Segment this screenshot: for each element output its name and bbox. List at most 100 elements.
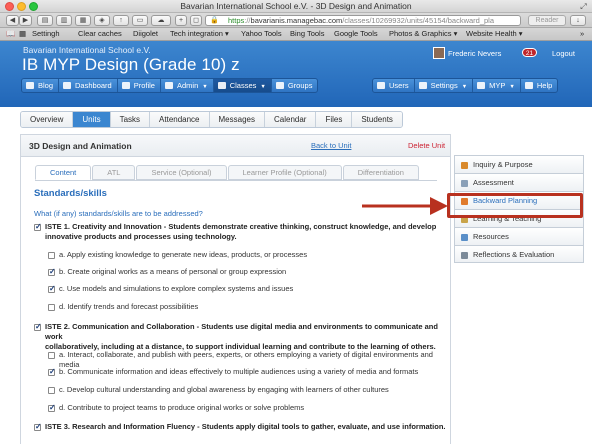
- user-name[interactable]: Frederic Nevers: [448, 49, 501, 58]
- new-tab-icon[interactable]: +: [175, 15, 187, 26]
- bookmark-tech-integration[interactable]: Tech integration ▾: [170, 28, 229, 40]
- tab-units[interactable]: Units: [73, 112, 111, 127]
- bookmark-photos-graphics[interactable]: Photos & Graphics ▾: [389, 28, 457, 40]
- bookmarks-book-icon[interactable]: 📖: [6, 28, 15, 40]
- checkbox-iste-1d[interactable]: [48, 304, 55, 311]
- inquiry-icon: [461, 162, 468, 169]
- nav-settings[interactable]: Settings ▼: [415, 79, 474, 92]
- tabs-icon[interactable]: ▭: [132, 15, 148, 26]
- standard-iste-1: ISTE 1. Creativity and Innovation - Stud…: [45, 222, 437, 241]
- browser-window: Bavarian International School e.V. - 3D …: [0, 0, 592, 444]
- fullscreen-icon[interactable]: ⤢: [579, 2, 588, 11]
- downloads-icon[interactable]: ↓: [570, 15, 586, 26]
- avatar[interactable]: [433, 47, 445, 59]
- standard-iste-2d: d. Contribute to project teams to produc…: [59, 403, 305, 412]
- bookmark-yahoo-tools[interactable]: Yahoo Tools: [241, 28, 282, 40]
- standard-iste-2b: b. Communicate information and ideas eff…: [59, 367, 419, 376]
- right-nav: Users Settings ▼ MYP ▼ Help: [372, 78, 559, 93]
- standard-iste-2: ISTE 2. Communication and Collaboration …: [45, 322, 438, 351]
- resources-icon: [461, 234, 468, 241]
- section-question: What (if any) standards/skills are to be…: [34, 209, 203, 218]
- back-to-unit-link[interactable]: Back to Unit: [311, 141, 351, 150]
- school-name: Bavarian International School e.V.: [23, 45, 151, 55]
- sidebar-icon[interactable]: ▤: [37, 15, 53, 26]
- subtab-differentiation[interactable]: Differentiation: [342, 165, 419, 180]
- subtab-content[interactable]: Content: [35, 165, 92, 180]
- classes-icon: [217, 82, 226, 89]
- bookmark-diigolet[interactable]: Diigolet: [133, 28, 158, 40]
- checkbox-iste-1a[interactable]: [48, 252, 55, 259]
- bookmark-bing-tools[interactable]: Bing Tools: [290, 28, 324, 40]
- nav-profile[interactable]: Profile: [118, 79, 161, 92]
- content-subtabs: Content ATL Service (Optional) Learner P…: [35, 165, 420, 180]
- unit-panel: 3D Design and Animation Back to Unit Del…: [20, 134, 451, 444]
- delete-unit-link[interactable]: Delete Unit: [408, 141, 445, 150]
- bookmarks-grid-icon[interactable]: ▦: [19, 28, 26, 40]
- tab-overview[interactable]: Overview: [21, 112, 74, 127]
- extension-icon[interactable]: ◻: [190, 15, 202, 26]
- nav-myp[interactable]: MYP ▼: [473, 79, 521, 92]
- checkbox-iste-1b[interactable]: [48, 267, 56, 276]
- sidebar-item-inquiry-purpose[interactable]: Inquiry & Purpose: [454, 155, 584, 173]
- sidebar-item-resources[interactable]: Resources: [454, 227, 584, 245]
- chevron-down-icon: ▼: [461, 84, 468, 90]
- tab-files[interactable]: Files: [316, 112, 353, 127]
- checkbox-iste-2c[interactable]: [48, 387, 55, 394]
- bookmark-settingh[interactable]: Settingh: [32, 28, 60, 40]
- bookmarks-overflow-icon[interactable]: »: [580, 28, 584, 40]
- nav-groups[interactable]: Groups: [272, 79, 318, 92]
- title-bar: Bavarian International School e.V. - 3D …: [0, 0, 592, 13]
- checkbox-iste-2[interactable]: [34, 322, 42, 331]
- reader-button[interactable]: Reader: [528, 15, 566, 26]
- tab-attendance[interactable]: Attendance: [150, 112, 210, 127]
- tab-tasks[interactable]: Tasks: [110, 112, 151, 127]
- logout-link[interactable]: Logout: [552, 49, 575, 58]
- bookmarks-icon[interactable]: ▥: [56, 15, 72, 26]
- layers-icon[interactable]: ◈: [94, 15, 110, 26]
- nav-classes[interactable]: Classes ▼: [213, 79, 272, 92]
- sidebar-item-assessment[interactable]: Assessment: [454, 173, 584, 191]
- search-icon: [461, 252, 468, 259]
- share-icon[interactable]: ↑: [113, 15, 129, 26]
- bookmark-website-health[interactable]: Website Health ▾: [466, 28, 523, 40]
- top-sites-icon[interactable]: ▦: [75, 15, 91, 26]
- bookmark-google-tools[interactable]: Google Tools: [334, 28, 378, 40]
- annotation-arrow-icon: [362, 197, 448, 215]
- subtab-learner-profile[interactable]: Learner Profile (Optional): [227, 165, 342, 180]
- standard-iste-1b: b. Create original works as a means of p…: [59, 267, 287, 276]
- checkbox-iste-2b[interactable]: [48, 367, 56, 376]
- checkbox-iste-1c[interactable]: [48, 284, 56, 293]
- tab-calendar[interactable]: Calendar: [264, 112, 317, 127]
- nav-help[interactable]: Help: [521, 79, 557, 92]
- standard-iste-1c: c. Use models and simulations to explore…: [59, 284, 294, 293]
- dashboard-icon: [63, 82, 72, 89]
- checkbox-iste-2d[interactable]: [48, 403, 56, 412]
- tab-messages[interactable]: Messages: [209, 112, 265, 127]
- bookmark-clear-caches[interactable]: Clear caches: [78, 28, 122, 40]
- users-icon: [377, 82, 385, 89]
- groups-icon: [275, 82, 284, 89]
- cloud-icon[interactable]: ☁: [151, 15, 171, 26]
- tab-students[interactable]: Students: [352, 112, 402, 127]
- nav-dashboard[interactable]: Dashboard: [59, 79, 118, 92]
- back-icon[interactable]: ◀: [6, 15, 19, 26]
- checkbox-iste-1[interactable]: [34, 222, 42, 231]
- highlight-box: [447, 193, 583, 218]
- panel-header: 3D Design and Animation Back to Unit Del…: [21, 135, 450, 157]
- nav-blog[interactable]: Blog: [22, 79, 60, 92]
- checkbox-iste-3[interactable]: [34, 422, 42, 431]
- browser-toolbar: ◀ ▶ ▤ ▥ ▦ ◈ ↑ ▭ ☁ + ◻ 🔒 https://bavariani…: [0, 13, 592, 28]
- nav-admin[interactable]: Admin ▼: [161, 79, 214, 92]
- nav-users[interactable]: Users: [373, 79, 415, 92]
- admin-icon: [164, 82, 173, 89]
- checkbox-iste-2a[interactable]: [48, 352, 55, 359]
- notification-badge[interactable]: 21: [522, 48, 537, 57]
- subtab-atl[interactable]: ATL: [92, 165, 136, 180]
- forward-icon[interactable]: ▶: [19, 15, 32, 26]
- address-bar[interactable]: 🔒 https://bavarianis.managebac.com/classe…: [205, 15, 521, 26]
- subtab-service[interactable]: Service (Optional): [136, 165, 227, 180]
- standard-iste-1d: d. Identify trends and forecast possibil…: [59, 302, 199, 311]
- window-title: Bavarian International School e.V. - 3D …: [180, 1, 412, 11]
- url-host: bavarianis.managebac.com: [250, 16, 343, 25]
- sidebar-item-reflections[interactable]: Reflections & Evaluation: [454, 245, 584, 263]
